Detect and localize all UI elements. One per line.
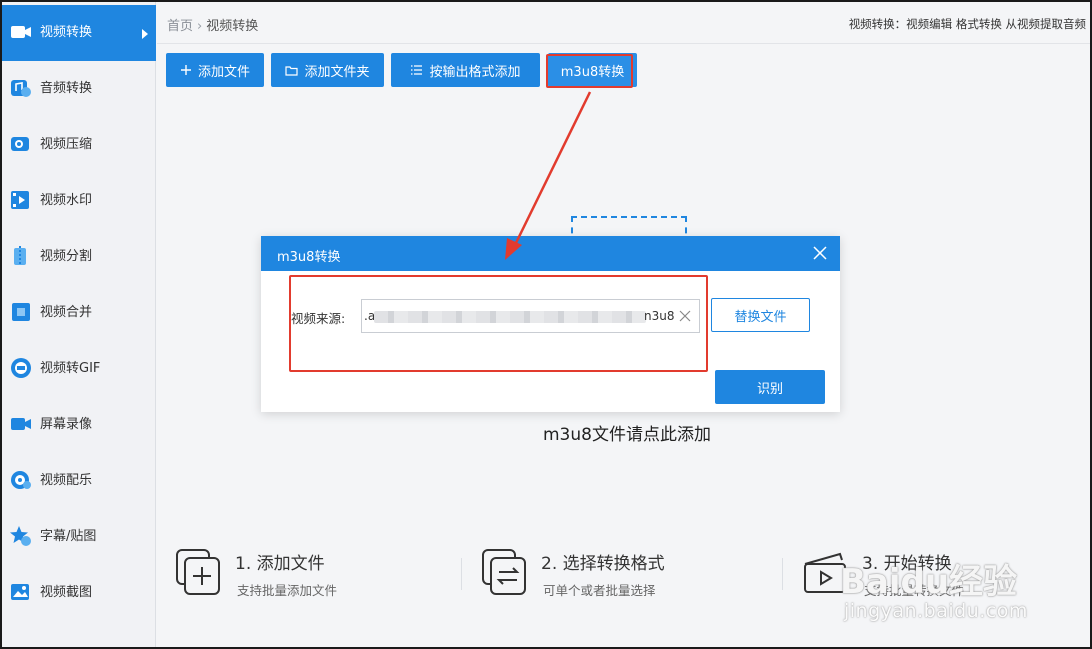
audio-convert-icon xyxy=(11,80,31,97)
chevron-right-icon xyxy=(142,29,148,39)
sidebar-item-label: 字幕/贴图 xyxy=(40,529,97,544)
step-divider xyxy=(461,558,462,590)
dialog-header: m3u8转换 xyxy=(261,236,840,271)
gif-icon xyxy=(11,358,31,378)
add-file-label: 添加文件 xyxy=(197,64,250,80)
sidebar-item-label: 视频截图 xyxy=(40,585,93,600)
subtitle-icon xyxy=(10,526,31,546)
video-merge-icon xyxy=(12,303,30,321)
sidebar-item-label: 音频转换 xyxy=(40,81,93,96)
music-icon xyxy=(11,471,31,489)
annotation-highlight-m3u8 xyxy=(546,54,633,88)
sidebar-item-label: 视频水印 xyxy=(40,193,93,208)
video-split-icon xyxy=(14,246,26,266)
video-watermark-icon xyxy=(11,191,29,209)
add-file-step-icon xyxy=(176,549,220,595)
step-divider xyxy=(782,558,783,590)
sidebar: 视频转换 音频转换 视频压缩 视频水印 视频分割 视频合并 视频转GIF 屏幕录… xyxy=(2,2,156,647)
folder-icon xyxy=(285,65,299,76)
breadcrumb: 首页 › 视频转换 xyxy=(167,15,258,34)
add-folder-label: 添加文件夹 xyxy=(304,64,370,80)
sidebar-item-video-convert[interactable]: 视频转换 xyxy=(2,5,156,61)
close-icon[interactable] xyxy=(812,245,828,261)
dialog-title: m3u8转换 xyxy=(277,250,341,265)
sidebar-item-subtitle[interactable]: 字幕/贴图 xyxy=(2,509,156,565)
top-bar: 首页 › 视频转换 视频转换：视频编辑 格式转换 从视频提取音频 xyxy=(157,2,1090,44)
sidebar-item-video-split[interactable]: 视频分割 xyxy=(2,229,156,285)
sidebar-item-label: 视频转GIF xyxy=(40,361,101,376)
step-title: 1. 添加文件 xyxy=(235,554,325,574)
sidebar-item-label: 视频转换 xyxy=(40,25,93,40)
sidebar-item-label: 视频压缩 xyxy=(40,137,93,152)
promo-text: 视频转换：视频编辑 格式转换 从视频提取音频 xyxy=(848,17,1086,31)
add-folder-button[interactable]: 添加文件夹 xyxy=(271,53,384,87)
step-title: 2. 选择转换格式 xyxy=(541,554,665,574)
step-choose-format: 2. 选择转换格式 可单个或者批量选择 xyxy=(481,542,721,612)
sidebar-item-video-screenshot[interactable]: 视频截图 xyxy=(2,565,156,621)
breadcrumb-current: 视频转换 xyxy=(206,19,259,34)
convert-format-step-icon xyxy=(482,549,526,595)
video-compress-icon xyxy=(11,137,29,151)
sidebar-item-label: 视频配乐 xyxy=(40,473,93,488)
sidebar-item-label: 视频分割 xyxy=(40,249,93,264)
watermark-logo: Baidu经验 xyxy=(840,562,1018,602)
drop-hint[interactable]: m3u8文件请点此添加 xyxy=(543,420,711,445)
watermark-url: jingyan.baidu.com xyxy=(844,600,1028,622)
step-desc: 支持批量添加文件 xyxy=(237,583,338,598)
add-file-button[interactable]: 添加文件 xyxy=(166,53,264,87)
sidebar-item-label: 视频合并 xyxy=(40,305,93,320)
sidebar-item-label: 屏幕录像 xyxy=(40,417,93,432)
sidebar-item-video-gif[interactable]: 视频转GIF xyxy=(2,341,156,397)
plus-icon xyxy=(180,65,191,75)
recognize-button[interactable]: 识别 xyxy=(715,370,825,404)
annotation-highlight-dialog xyxy=(289,275,708,372)
add-by-format-label: 按输出格式添加 xyxy=(429,64,521,80)
sidebar-item-video-compress[interactable]: 视频压缩 xyxy=(2,117,156,173)
sidebar-item-video-merge[interactable]: 视频合并 xyxy=(2,285,156,341)
add-by-format-button[interactable]: 按输出格式添加 xyxy=(391,53,540,87)
screenshot-icon xyxy=(11,584,29,600)
screen-record-icon xyxy=(11,418,31,430)
step-add-files: 1. 添加文件 支持批量添加文件 xyxy=(175,542,395,612)
sidebar-item-audio-convert[interactable]: 音频转换 xyxy=(2,61,156,117)
replace-file-button[interactable]: 替换文件 xyxy=(711,298,810,332)
sidebar-item-video-watermark[interactable]: 视频水印 xyxy=(2,173,156,229)
breadcrumb-separator: › xyxy=(197,19,203,34)
app-window: 视频转换 音频转换 视频压缩 视频水印 视频分割 视频合并 视频转GIF 屏幕录… xyxy=(0,0,1092,649)
step-desc: 可单个或者批量选择 xyxy=(543,583,656,598)
list-icon xyxy=(411,65,423,75)
sidebar-item-screen-record[interactable]: 屏幕录像 xyxy=(2,397,156,453)
video-convert-icon xyxy=(11,26,31,38)
sidebar-item-video-music[interactable]: 视频配乐 xyxy=(2,453,156,509)
breadcrumb-home[interactable]: 首页 xyxy=(167,19,193,34)
